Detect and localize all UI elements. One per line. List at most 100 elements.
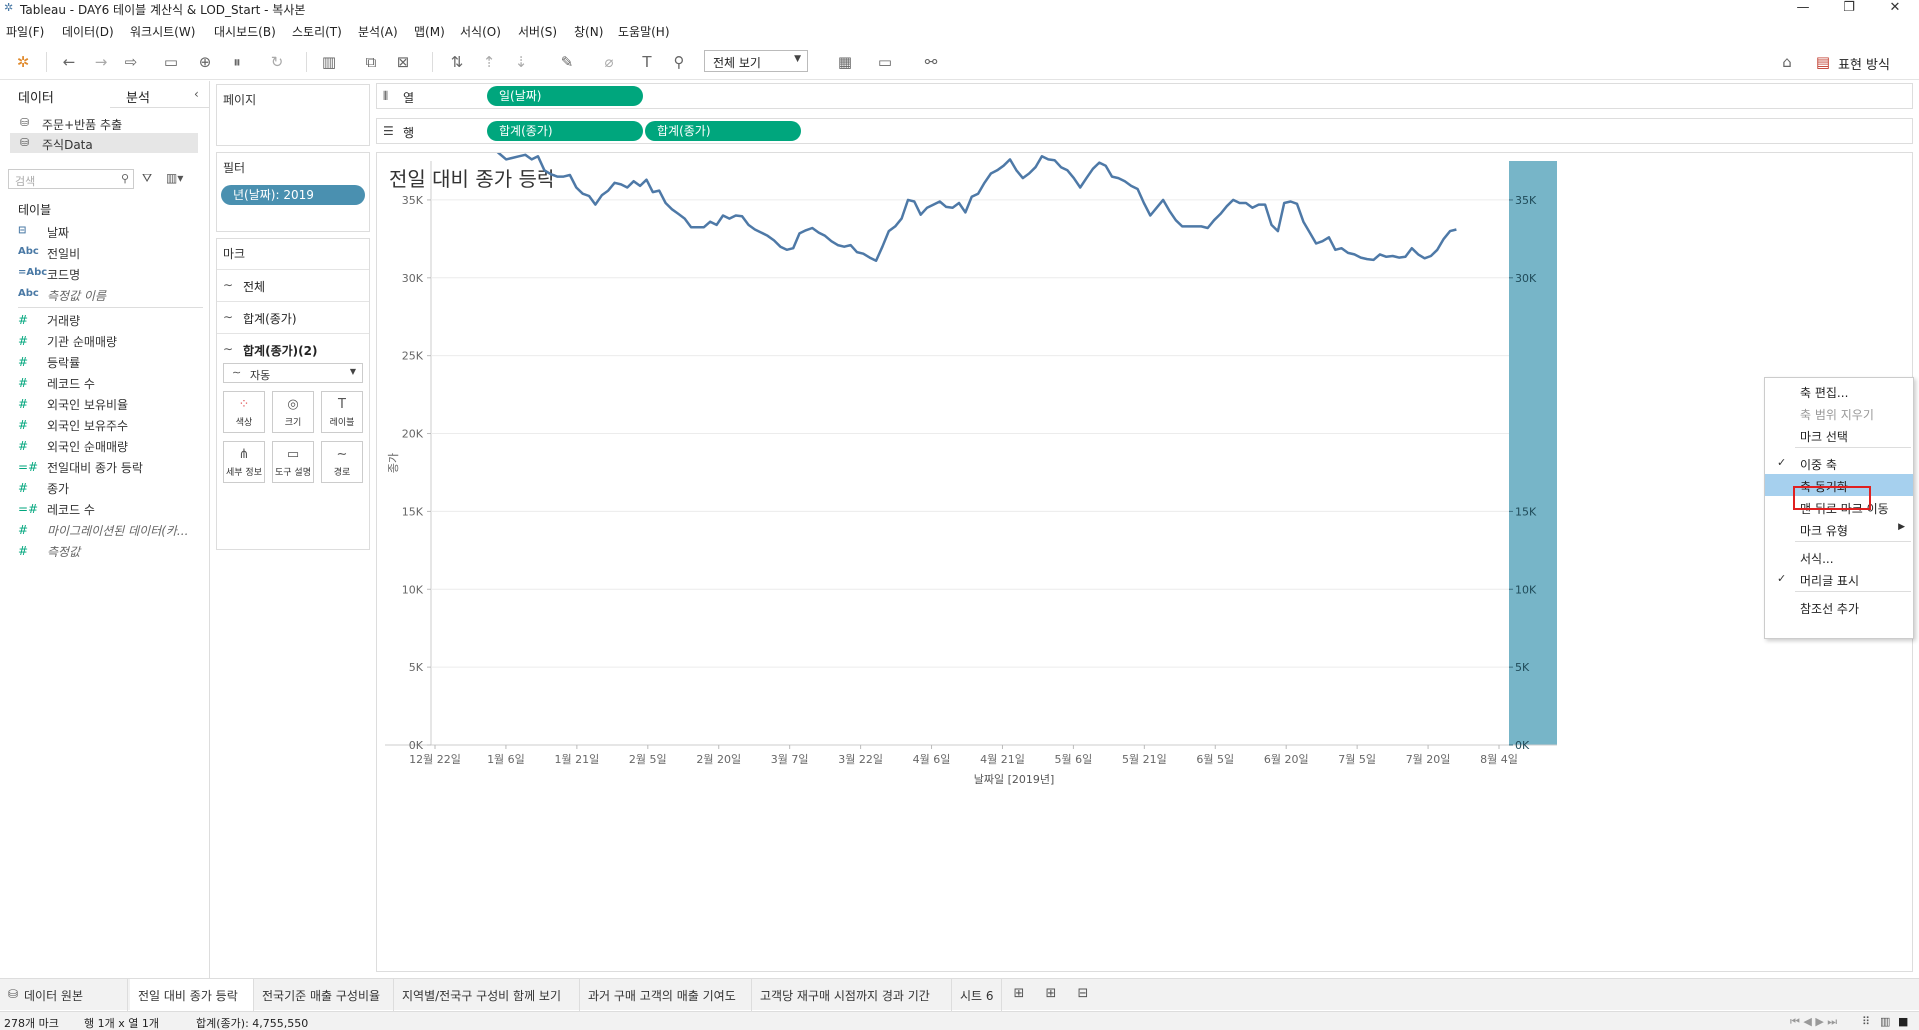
new-worksheet-icon[interactable]: ⊞ [1008,986,1030,1004]
field-item[interactable]: # 외국인 순매매량 [18,437,203,455]
pause-updates-icon[interactable]: ⏸ [226,52,248,72]
field-item[interactable]: # 측정값 [18,542,203,560]
field-item[interactable]: # 기관 순매매량 [18,332,203,350]
marks-row-sum-close[interactable]: ∼ 합계(종가) [217,301,369,331]
context-menu-item[interactable]: ✓ 머리글 표시 [1765,568,1913,590]
detail-button[interactable]: ⋔ 세부 정보 [223,441,265,483]
fit-view-dropdown[interactable]: 전체 보기 ▼ [704,50,808,72]
color-button[interactable]: ⁘ 색상 [223,391,265,433]
menu-server[interactable]: 서버(S) [518,23,557,40]
tabs-view-icon[interactable]: ■ [1898,1015,1908,1028]
mark-type-dropdown[interactable]: ∼ 자동 ▼ [223,363,363,383]
field-item[interactable]: =# 전일대비 종가 등락 [18,458,203,476]
field-item[interactable]: ⊟ 날짜 [18,223,203,241]
context-menu-item[interactable]: 마크 선택 [1765,424,1913,446]
filters-card[interactable]: 필터 년(날짜): 2019 [216,152,370,232]
sheet-nav-icon[interactable]: ⏮ ◀ ▶ ⏭ [1790,1015,1837,1029]
marks-row-sum-close-2[interactable]: ∼ 합계(종가)(2) [217,333,369,363]
view-options-icon[interactable]: ▥▾ [166,171,183,185]
sheet-sorter-icon[interactable]: ⠿ [1862,1015,1870,1028]
tab-data[interactable]: 데이터 [18,87,54,106]
replay-icon[interactable]: ⇨ [120,52,142,72]
tooltip-button[interactable]: ▭ 도구 설명 [272,441,314,483]
rows-pill-2[interactable]: 합계(종가) [645,121,801,141]
context-menu-item[interactable]: ✓ 이중 축 [1765,452,1913,474]
sort-ascending-icon[interactable]: ⇡ [478,52,500,72]
show-mark-labels-icon[interactable]: T [636,52,658,72]
sheet-tab[interactable]: 고객당 재구매 시점까지 경과 기간 [752,979,952,1011]
field-item[interactable]: # 종가 [18,479,203,497]
menu-help[interactable]: 도움말(H) [618,23,670,40]
columns-pill[interactable]: 일(날짜) [487,86,643,106]
field-item[interactable]: # 레코드 수 [18,374,203,392]
undo-icon[interactable]: ← [58,52,80,72]
field-item[interactable]: # 거래량 [18,311,203,329]
datasource-item-selected[interactable]: ⛁ 주식Data [10,133,198,153]
new-datasource-icon[interactable]: ⊕ [194,52,216,72]
sort-descending-icon[interactable]: ⇣ [510,52,532,72]
marks-row-all[interactable]: ∼ 전체 [217,269,369,299]
datasource-item[interactable]: ⛁ 주문+반품 추출 [10,113,198,133]
redo-icon[interactable]: → [90,52,112,72]
context-menu-item[interactable]: 참조선 추가 [1765,596,1913,618]
menu-worksheet[interactable]: 워크시트(W) [130,23,195,40]
context-menu-item[interactable]: 서식... [1765,546,1913,568]
save-icon[interactable]: ▭ [160,52,182,72]
show-me-icon[interactable]: ▤ [1812,52,1834,72]
tab-analysis[interactable]: 분석 [126,87,150,106]
show-me-button[interactable]: 표현 방식 [1838,54,1890,73]
context-menu-item[interactable]: 마크 유형 ▶ [1765,518,1913,540]
sheet-tab[interactable]: 과거 구매 고객의 매출 기여도 [580,979,752,1011]
sheet-tab[interactable]: 전국기준 매출 구성비율 [254,979,394,1011]
minimize-button[interactable]: — [1780,0,1826,18]
presentation-mode-icon[interactable]: ▭ [874,52,896,72]
paint-brush-icon[interactable]: ⌂ [1776,52,1798,72]
duplicate-sheet-icon[interactable]: ⧉ [360,52,382,72]
field-item[interactable]: =# 레코드 수 [18,500,203,518]
size-button[interactable]: ◎ 크기 [272,391,314,433]
tableau-home-icon[interactable]: ✲ [12,52,34,72]
filmstrip-icon[interactable]: ▥ [1880,1015,1890,1028]
group-members-icon[interactable]: ⌀ [598,52,620,72]
columns-shelf[interactable]: ⫴ 열 일(날짜) [376,83,1913,109]
collapse-pane-icon[interactable]: ‹ [194,87,199,101]
menu-window[interactable]: 창(N) [574,23,603,40]
new-worksheet-icon[interactable]: ▥ [318,52,340,72]
new-story-icon[interactable]: ⊟ [1072,986,1094,1004]
menu-story[interactable]: 스토리(T) [292,23,342,40]
filter-icon[interactable]: ⛛ [142,171,152,186]
field-item[interactable]: # 외국인 보유비율 [18,395,203,413]
context-menu-item[interactable]: 축 편집... [1765,380,1913,402]
fix-axes-icon[interactable]: ⚲ [668,52,690,72]
swap-rows-columns-icon[interactable]: ⇅ [446,52,468,72]
field-item[interactable]: =Abc 코드명 [18,265,203,283]
share-icon[interactable]: ⚯ [920,52,942,72]
menu-dashboard[interactable]: 대시보드(B) [214,23,276,40]
rows-pill-1[interactable]: 합계(종가) [487,121,643,141]
sheet-tab-active[interactable]: 전일 대비 종가 등락 [130,979,254,1011]
clear-sheet-icon[interactable]: ⊠ [392,52,414,72]
sheet-tab[interactable]: 지역별/전국구 구성비 함께 보기 [394,979,580,1011]
label-button[interactable]: T 레이블 [321,391,363,433]
worksheet-view[interactable]: 전일 대비 종가 등락 0K 5K 10K 15K 20K 25K 30K 35K 0K 5K 10… [376,152,1913,972]
close-button[interactable]: ✕ [1872,0,1918,18]
line-chart[interactable]: 0K 5K 10K 15K 20K 25K 30K 35K 0K 5K 10K 15K 30K 35K 종가… [377,153,1912,971]
path-button[interactable]: ∼ 경로 [321,441,363,483]
rows-shelf[interactable]: ☰ 행 합계(종가) 합계(종가) [376,118,1913,144]
tab-datasource[interactable]: ⛁ 데이터 원본 [0,979,128,1011]
new-dashboard-icon[interactable]: ⊞ [1040,986,1062,1004]
secondary-axis-band[interactable] [1509,161,1557,745]
context-menu-item[interactable]: 축 범위 지우기 [1765,402,1913,424]
menu-file[interactable]: 파일(F) [6,23,44,40]
pages-card[interactable]: 페이지 [216,84,370,146]
menu-analysis[interactable]: 분석(A) [358,23,398,40]
maximize-button[interactable]: ❐ [1826,0,1872,18]
search-input[interactable]: 검색 ⚲ [8,169,134,189]
field-item[interactable]: # 외국인 보유주수 [18,416,203,434]
menu-format[interactable]: 서식(O) [460,23,501,40]
show-hide-cards-icon[interactable]: ▦ [834,52,856,72]
menu-data[interactable]: 데이터(D) [62,23,114,40]
menu-map[interactable]: 맵(M) [414,23,445,40]
refresh-icon[interactable]: ↻ [266,52,288,72]
field-item[interactable]: # 등락률 [18,353,203,371]
